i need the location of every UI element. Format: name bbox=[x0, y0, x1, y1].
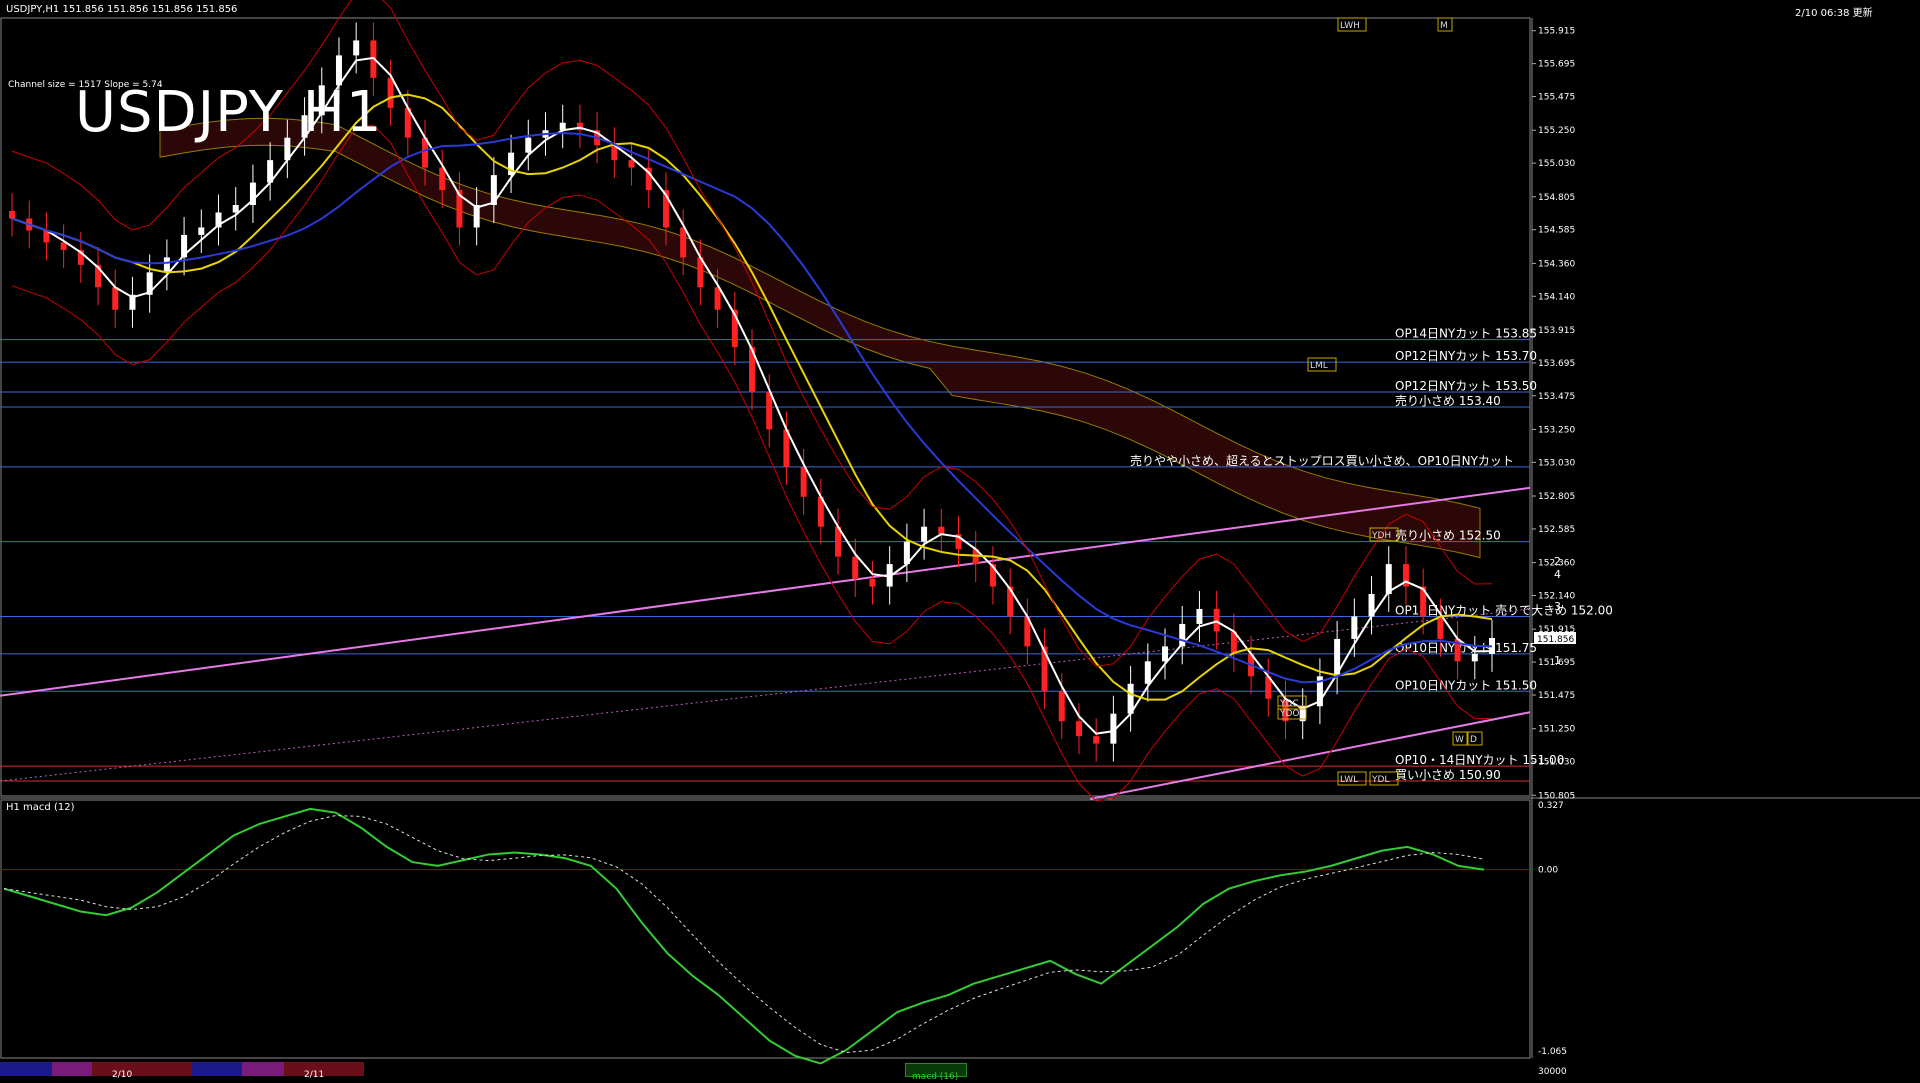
symbol-info: USDJPY,H1 151.856 151.856 151.856 151.85… bbox=[6, 4, 238, 15]
candle-body bbox=[1144, 661, 1151, 684]
box-label-ydl: YDL bbox=[1371, 775, 1389, 785]
price-tick-label: 155.030 bbox=[1538, 159, 1575, 169]
candle-body bbox=[525, 137, 532, 153]
macd-footer-right: 30000 bbox=[1538, 1067, 1567, 1077]
candle-body bbox=[198, 227, 205, 235]
candle-body bbox=[1058, 691, 1065, 722]
price-tick-label: 153.030 bbox=[1538, 458, 1575, 468]
period-tab-3[interactable]: 2/10 bbox=[92, 1062, 192, 1080]
price-tick-label: 150.805 bbox=[1538, 791, 1575, 801]
level-annotation-2: OP12日NYカット 153.50 bbox=[1395, 379, 1537, 393]
box-label-ydh: YDH bbox=[1371, 531, 1391, 541]
candle-body bbox=[163, 257, 170, 273]
price-tick-label: 154.140 bbox=[1538, 292, 1575, 302]
level-annotation-6: OP14日NYカット 売りで大きめ 152.00 bbox=[1395, 602, 1613, 617]
wave-label-3: 3 bbox=[1554, 600, 1561, 613]
candle-body bbox=[353, 40, 360, 56]
candle-body bbox=[714, 287, 721, 310]
macd-scale-zero: 0.00 bbox=[1538, 866, 1558, 876]
candle-body bbox=[1075, 721, 1082, 737]
price-tick-label: 154.585 bbox=[1538, 226, 1575, 236]
current-price-label: 151.856 bbox=[1537, 635, 1574, 645]
price-tick-label: 155.250 bbox=[1538, 126, 1575, 136]
box-label-lwh: LWH bbox=[1340, 21, 1360, 31]
price-tick-label: 155.915 bbox=[1538, 27, 1575, 37]
price-tick-label: 154.360 bbox=[1538, 259, 1575, 269]
candle-body bbox=[1351, 616, 1358, 639]
datetime-label: 2/10 06:38 更新 bbox=[1795, 8, 1873, 19]
candle-body bbox=[1213, 608, 1220, 632]
candle-body bbox=[1471, 653, 1478, 662]
candle-body bbox=[869, 579, 876, 587]
period-tab-6[interactable]: 2/11 bbox=[284, 1062, 364, 1080]
macd-scale-top: 0.327 bbox=[1538, 801, 1564, 811]
date-label-1: 2/10 bbox=[112, 1070, 133, 1080]
level-annotation-10: 買い小さめ 150.90 bbox=[1395, 768, 1501, 782]
period-tab-4[interactable] bbox=[192, 1062, 242, 1076]
candle-body bbox=[921, 526, 928, 542]
candle-body bbox=[1437, 616, 1444, 639]
wave-label-4: 4 bbox=[1554, 568, 1561, 581]
price-tick-label: 153.250 bbox=[1538, 425, 1575, 435]
big-symbol-title: USDJPY H1 bbox=[75, 80, 383, 145]
level-annotation-0: OP14日NYカット 153.85 bbox=[1395, 327, 1537, 341]
level-annotation-4: 売りやや小さめ、超えるとストップロス買い小さめ、OP10日NYカット bbox=[1130, 453, 1514, 468]
level-annotation-8: OP10日NYカット 151.50 bbox=[1395, 678, 1537, 692]
macd-title: H1 macd (12) bbox=[6, 802, 75, 813]
box-label-ydc: YDC bbox=[1279, 699, 1299, 709]
level-annotation-3: 売り小さめ 153.40 bbox=[1395, 393, 1501, 408]
price-tick-label: 151.475 bbox=[1538, 691, 1575, 701]
level-annotation-5: 売り小さめ 152.50 bbox=[1395, 528, 1501, 543]
price-tick-label: 153.915 bbox=[1538, 326, 1575, 336]
candle-body bbox=[766, 392, 773, 430]
level-annotation-9: OP10・14日NYカット 151.00 bbox=[1395, 753, 1564, 767]
candle-body bbox=[232, 205, 239, 213]
candle-body bbox=[1093, 736, 1100, 744]
candle-body bbox=[800, 466, 807, 497]
candle-body bbox=[1196, 608, 1203, 624]
box-label-lwl: LWL bbox=[1340, 775, 1358, 785]
price-tick-label: 154.805 bbox=[1538, 193, 1575, 203]
period-tab-1[interactable] bbox=[0, 1062, 52, 1076]
wave-label-1: 1 bbox=[1554, 654, 1561, 667]
price-tick-label: 155.695 bbox=[1538, 60, 1575, 70]
period-tab-5[interactable] bbox=[242, 1062, 284, 1076]
price-tick-label: 152.585 bbox=[1538, 525, 1575, 535]
box-label-lml: LML bbox=[1310, 361, 1328, 371]
candle-body bbox=[9, 211, 15, 219]
price-tick-label: 152.805 bbox=[1538, 492, 1575, 502]
period-tab-2[interactable] bbox=[52, 1062, 92, 1076]
candle-body bbox=[628, 160, 635, 168]
box-label-w: W bbox=[1455, 735, 1464, 745]
candle-body bbox=[439, 167, 446, 191]
chart-canvas: 155.915 155.695 155.475 155.250 155.030 154.8… bbox=[0, 0, 1920, 1077]
trendline-dotted bbox=[0, 608, 1531, 782]
price-tick-label: 153.695 bbox=[1538, 359, 1575, 369]
price-tick-label: 155.475 bbox=[1538, 93, 1575, 103]
box-label-m: M bbox=[1440, 21, 1448, 31]
date-label-2: 2/11 bbox=[304, 1070, 325, 1080]
candle-body bbox=[60, 242, 67, 250]
candle-body bbox=[938, 526, 945, 535]
macd-main-line bbox=[3, 807, 1485, 1065]
candle-body bbox=[1162, 646, 1169, 662]
level-annotation-1: OP12日NYカット 153.70 bbox=[1395, 349, 1537, 363]
candle-body bbox=[852, 556, 859, 580]
price-tick-label: 151.250 bbox=[1538, 725, 1575, 735]
active-indicator-tab[interactable]: macd (16) bbox=[905, 1063, 967, 1082]
macd-scale-bottom: -1.065 bbox=[1538, 1047, 1567, 1057]
ichimoku-cloud bbox=[159, 117, 1481, 559]
wave-label-2: 2 bbox=[1554, 555, 1561, 568]
candle-body bbox=[680, 227, 687, 258]
box-label-d: D bbox=[1470, 735, 1477, 745]
box-label-ydo: YDO bbox=[1279, 709, 1300, 719]
price-tick-label: 153.475 bbox=[1538, 392, 1575, 402]
candle-body bbox=[387, 77, 394, 108]
candle-body bbox=[112, 287, 119, 310]
